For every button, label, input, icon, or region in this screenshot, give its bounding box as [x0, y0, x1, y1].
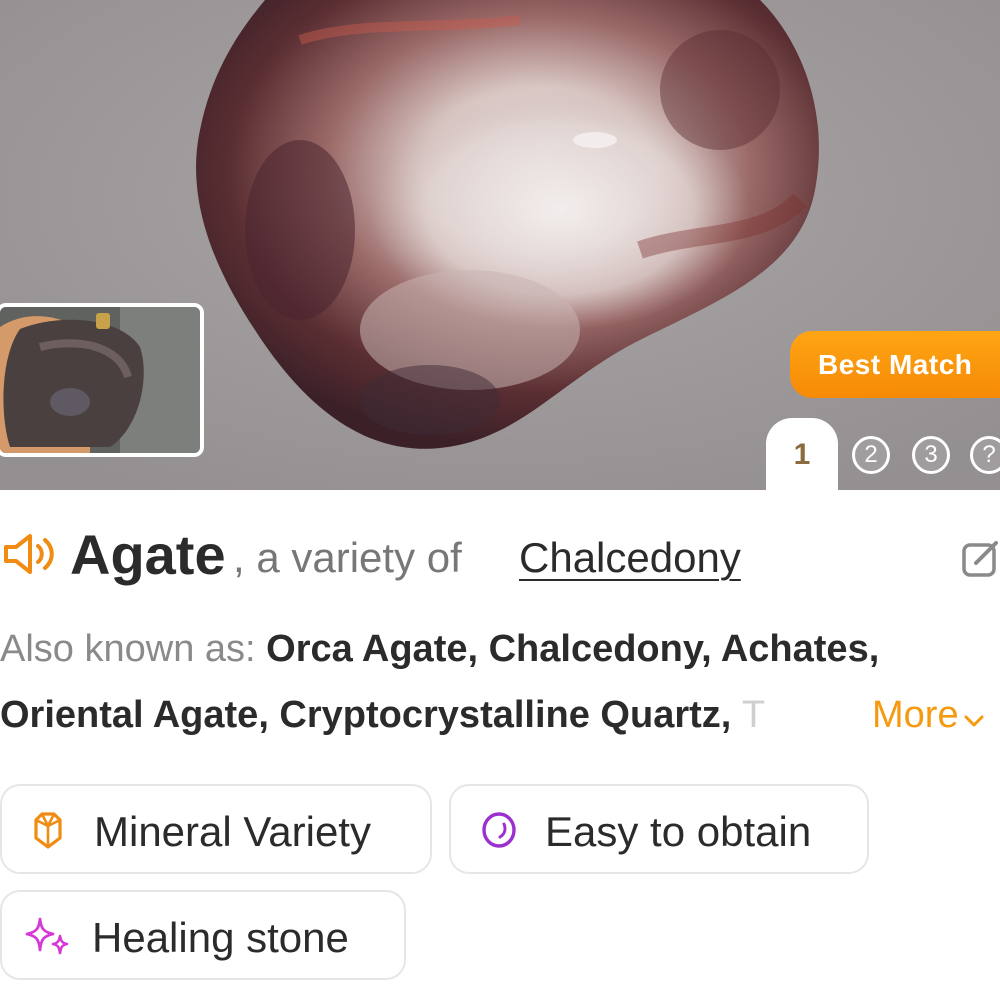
- more-aliases-label: More: [872, 694, 959, 736]
- result-subtitle: , a variety of: [233, 534, 462, 581]
- tag-label: Easy to obtain: [545, 808, 812, 855]
- tag-healing-stone[interactable]: Healing stone: [0, 890, 406, 980]
- aliases-label: Also known as:: [0, 628, 256, 670]
- page-tab-1-number: 1: [793, 438, 811, 471]
- tag-label: Mineral Variety: [94, 808, 371, 855]
- user-photo-thumbnail[interactable]: [0, 303, 204, 457]
- aliases-line-1: Also known as: Orca Agate, Chalcedony, A…: [0, 628, 1000, 671]
- parent-mineral-link[interactable]: Chalcedony: [519, 534, 741, 582]
- tag-easy-to-obtain[interactable]: Easy to obtain: [449, 784, 869, 874]
- aliases-line-2: Oriental Agate, Cryptocrystalline Quartz…: [0, 694, 1000, 737]
- page-tab-3[interactable]: 3: [912, 436, 950, 474]
- user-photo-image: [0, 307, 200, 453]
- page-tab-2[interactable]: 2: [852, 436, 890, 474]
- sparkle-icon: [25, 917, 69, 955]
- crystal-icon: [34, 812, 62, 849]
- specimen-photo-area: Best Match 1 2 3 ?: [0, 0, 1000, 490]
- edit-icon[interactable]: [960, 537, 1000, 579]
- chevron-down-icon: [964, 715, 984, 727]
- aliases-values-2: Oriental Agate, Cryptocrystalline Quartz…: [0, 694, 732, 736]
- page-tab-more[interactable]: ?: [970, 436, 1000, 474]
- tag-mineral-variety[interactable]: Mineral Variety: [0, 784, 432, 874]
- more-aliases-button[interactable]: More: [868, 694, 985, 740]
- best-match-badge: Best Match: [790, 331, 1000, 398]
- stone-icon: [482, 812, 516, 848]
- aliases-values-faded: T: [741, 694, 766, 736]
- result-name: Agate: [70, 523, 226, 586]
- aliases-values-1: Orca Agate, Chalcedony, Achates,: [266, 628, 880, 670]
- page-tab-1[interactable]: 1: [766, 418, 838, 490]
- result-title-row: Agate , a variety of Chalcedony: [0, 518, 1000, 588]
- tag-label: Healing stone: [92, 914, 349, 961]
- speaker-icon[interactable]: [2, 532, 58, 576]
